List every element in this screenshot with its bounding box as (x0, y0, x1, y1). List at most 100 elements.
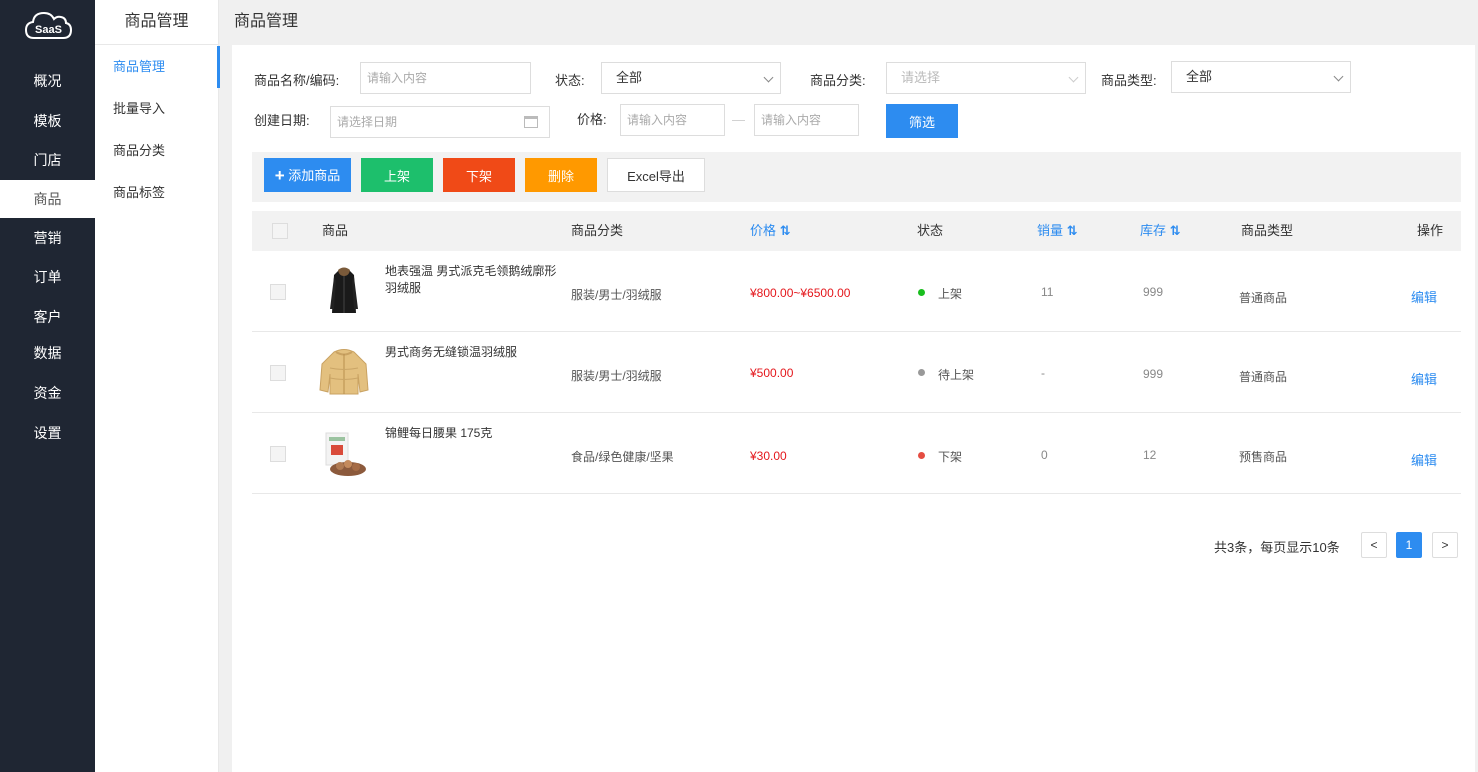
product-type-select-value: 全部 (1186, 69, 1213, 84)
sort-icon: ⇅ (779, 223, 791, 238)
add-product-label: 添加商品 (288, 167, 341, 183)
top-header: 商品管理 (219, 0, 1478, 45)
chevron-down-icon (763, 72, 774, 83)
black-down-coat-image (316, 263, 372, 319)
date-picker[interactable] (330, 106, 550, 138)
logo-text: SaaS (35, 24, 62, 36)
th-status: 状态 (917, 223, 944, 238)
table-row: 地表强温 男式派克毛领鹅绒廓形羽绒服 服装/男士/羽绒服 ¥800.00~¥65… (252, 251, 1461, 332)
product-status: 待上架 (938, 368, 975, 382)
product-status: 下架 (938, 450, 963, 464)
nav-item-template[interactable]: 模板 (0, 102, 95, 140)
nav-item-funds[interactable]: 资金 (0, 374, 95, 412)
filter-name-label: 商品名称/编码: (254, 73, 340, 88)
select-all-checkbox[interactable] (272, 223, 288, 239)
th-product: 商品 (322, 223, 349, 238)
table-row: 男式商务无缝锁温羽绒服 服装/男士/羽绒服 ¥500.00 待上架 - 999 … (252, 332, 1461, 413)
product-status: 上架 (938, 287, 963, 301)
product-price: ¥800.00~¥6500.00 (750, 286, 851, 300)
filter-button[interactable]: 筛选 (886, 104, 958, 138)
nav-item-settings[interactable]: 设置 (0, 414, 95, 452)
page-1-button[interactable]: 1 (1396, 532, 1422, 558)
edit-link[interactable]: 编辑 (1411, 369, 1437, 388)
product-name[interactable]: 地表强温 男式派克毛领鹅绒廓形羽绒服 (385, 263, 565, 297)
product-category: 食品/绿色健康/坚果 (571, 450, 674, 464)
calendar-icon (524, 116, 538, 128)
delete-button[interactable]: 删除 (525, 158, 597, 192)
status-dot (918, 452, 925, 459)
category-select-placeholder: 请选择 (901, 70, 941, 85)
price-range-separator: — (732, 112, 745, 127)
status-dot (918, 369, 925, 376)
th-price-label: 价格 (750, 223, 777, 238)
nav-item-customers[interactable]: 客户 (0, 298, 95, 336)
sort-icon: ⇅ (1066, 223, 1078, 238)
filter-date-label: 创建日期: (254, 113, 310, 128)
th-price-sort[interactable]: 价格 ⇅ (750, 211, 791, 251)
th-sales-sort[interactable]: 销量 ⇅ (1037, 211, 1078, 251)
edit-link[interactable]: 编辑 (1411, 450, 1437, 469)
status-select-value: 全部 (616, 70, 643, 85)
edit-link[interactable]: 编辑 (1411, 287, 1437, 306)
price-min-input[interactable] (620, 104, 725, 136)
product-name[interactable]: 锦鲤每日腰果 175克 (385, 425, 565, 442)
submenu-item-product-category[interactable]: 商品分类 (95, 130, 219, 172)
main-content: 商品名称/编码: 状态: 全部 商品分类: 请选择 商品类型: 全部 创建日期:… (232, 45, 1475, 772)
th-sales-label: 销量 (1037, 223, 1064, 238)
take-off-shelf-button[interactable]: 下架 (443, 158, 515, 192)
product-sales: 0 (1041, 448, 1048, 462)
submenu-title: 商品管理 (95, 0, 218, 45)
excel-export-button[interactable]: Excel导出 (607, 158, 705, 192)
product-price: ¥500.00 (750, 366, 794, 380)
nav-item-orders[interactable]: 订单 (0, 258, 95, 296)
action-toolbar: + 添加商品 上架 下架 删除 Excel导出 (252, 152, 1461, 202)
add-product-button[interactable]: + 添加商品 (264, 158, 351, 192)
next-page-button[interactable]: > (1432, 532, 1458, 558)
th-stock-sort[interactable]: 库存 ⇅ (1140, 211, 1181, 251)
date-input[interactable] (330, 106, 550, 138)
product-type: 普通商品 (1239, 370, 1288, 384)
product-stock: 12 (1143, 448, 1157, 462)
chevron-down-icon (1333, 71, 1344, 82)
table-row: 锦鲤每日腰果 175克 食品/绿色健康/坚果 ¥30.00 下架 0 12 预售… (252, 413, 1461, 494)
submenu-item-product-manage[interactable]: 商品管理 (95, 46, 220, 88)
th-product-type: 商品类型 (1241, 223, 1294, 238)
put-on-shelf-button[interactable]: 上架 (361, 158, 433, 192)
page-title: 商品管理 (234, 13, 299, 30)
chevron-down-icon (1068, 72, 1079, 83)
price-max-input[interactable] (754, 104, 859, 136)
submenu-item-product-tags[interactable]: 商品标签 (95, 172, 219, 214)
nav-item-data[interactable]: 数据 (0, 334, 95, 372)
product-sales: - (1041, 366, 1045, 380)
product-type: 普通商品 (1239, 291, 1288, 305)
category-select[interactable]: 请选择 (886, 62, 1086, 94)
filter-status-label: 状态: (555, 73, 585, 88)
product-sales: 11 (1041, 285, 1054, 299)
product-name[interactable]: 男式商务无缝锁温羽绒服 (385, 344, 565, 361)
filter-price-label: 价格: (577, 112, 607, 127)
yellow-down-jacket-image (316, 344, 372, 400)
nut-snack-package-image (316, 425, 372, 481)
status-select[interactable]: 全部 (601, 62, 781, 94)
row-checkbox[interactable] (270, 284, 286, 300)
row-checkbox[interactable] (270, 446, 286, 462)
nav-item-overview[interactable]: 概况 (0, 62, 95, 100)
main-nav: SaaS 概况 模板 门店 商品 营销 订单 客户 数据 资金 设置 (0, 0, 95, 772)
product-price: ¥30.00 (750, 449, 787, 463)
nav-item-products[interactable]: 商品 (0, 180, 95, 218)
row-checkbox[interactable] (270, 365, 286, 381)
th-action: 操作 (1417, 223, 1444, 238)
th-stock-label: 库存 (1140, 223, 1167, 238)
th-category: 商品分类 (571, 223, 624, 238)
product-category: 服装/男士/羽绒服 (571, 288, 662, 302)
table-header: 商品 商品分类 价格 ⇅ 状态 销量 ⇅ 库存 ⇅ 商品类型 操作 (252, 211, 1461, 251)
pagination-summary: 共3条，每页显示10条 (1214, 540, 1340, 555)
product-type-select[interactable]: 全部 (1171, 61, 1351, 93)
product-stock: 999 (1143, 285, 1164, 299)
sort-icon: ⇅ (1169, 223, 1181, 238)
prev-page-button[interactable]: < (1361, 532, 1387, 558)
product-name-input[interactable] (360, 62, 531, 94)
nav-item-marketing[interactable]: 营销 (0, 219, 95, 257)
nav-item-store[interactable]: 门店 (0, 141, 95, 179)
submenu-item-batch-import[interactable]: 批量导入 (95, 88, 219, 130)
